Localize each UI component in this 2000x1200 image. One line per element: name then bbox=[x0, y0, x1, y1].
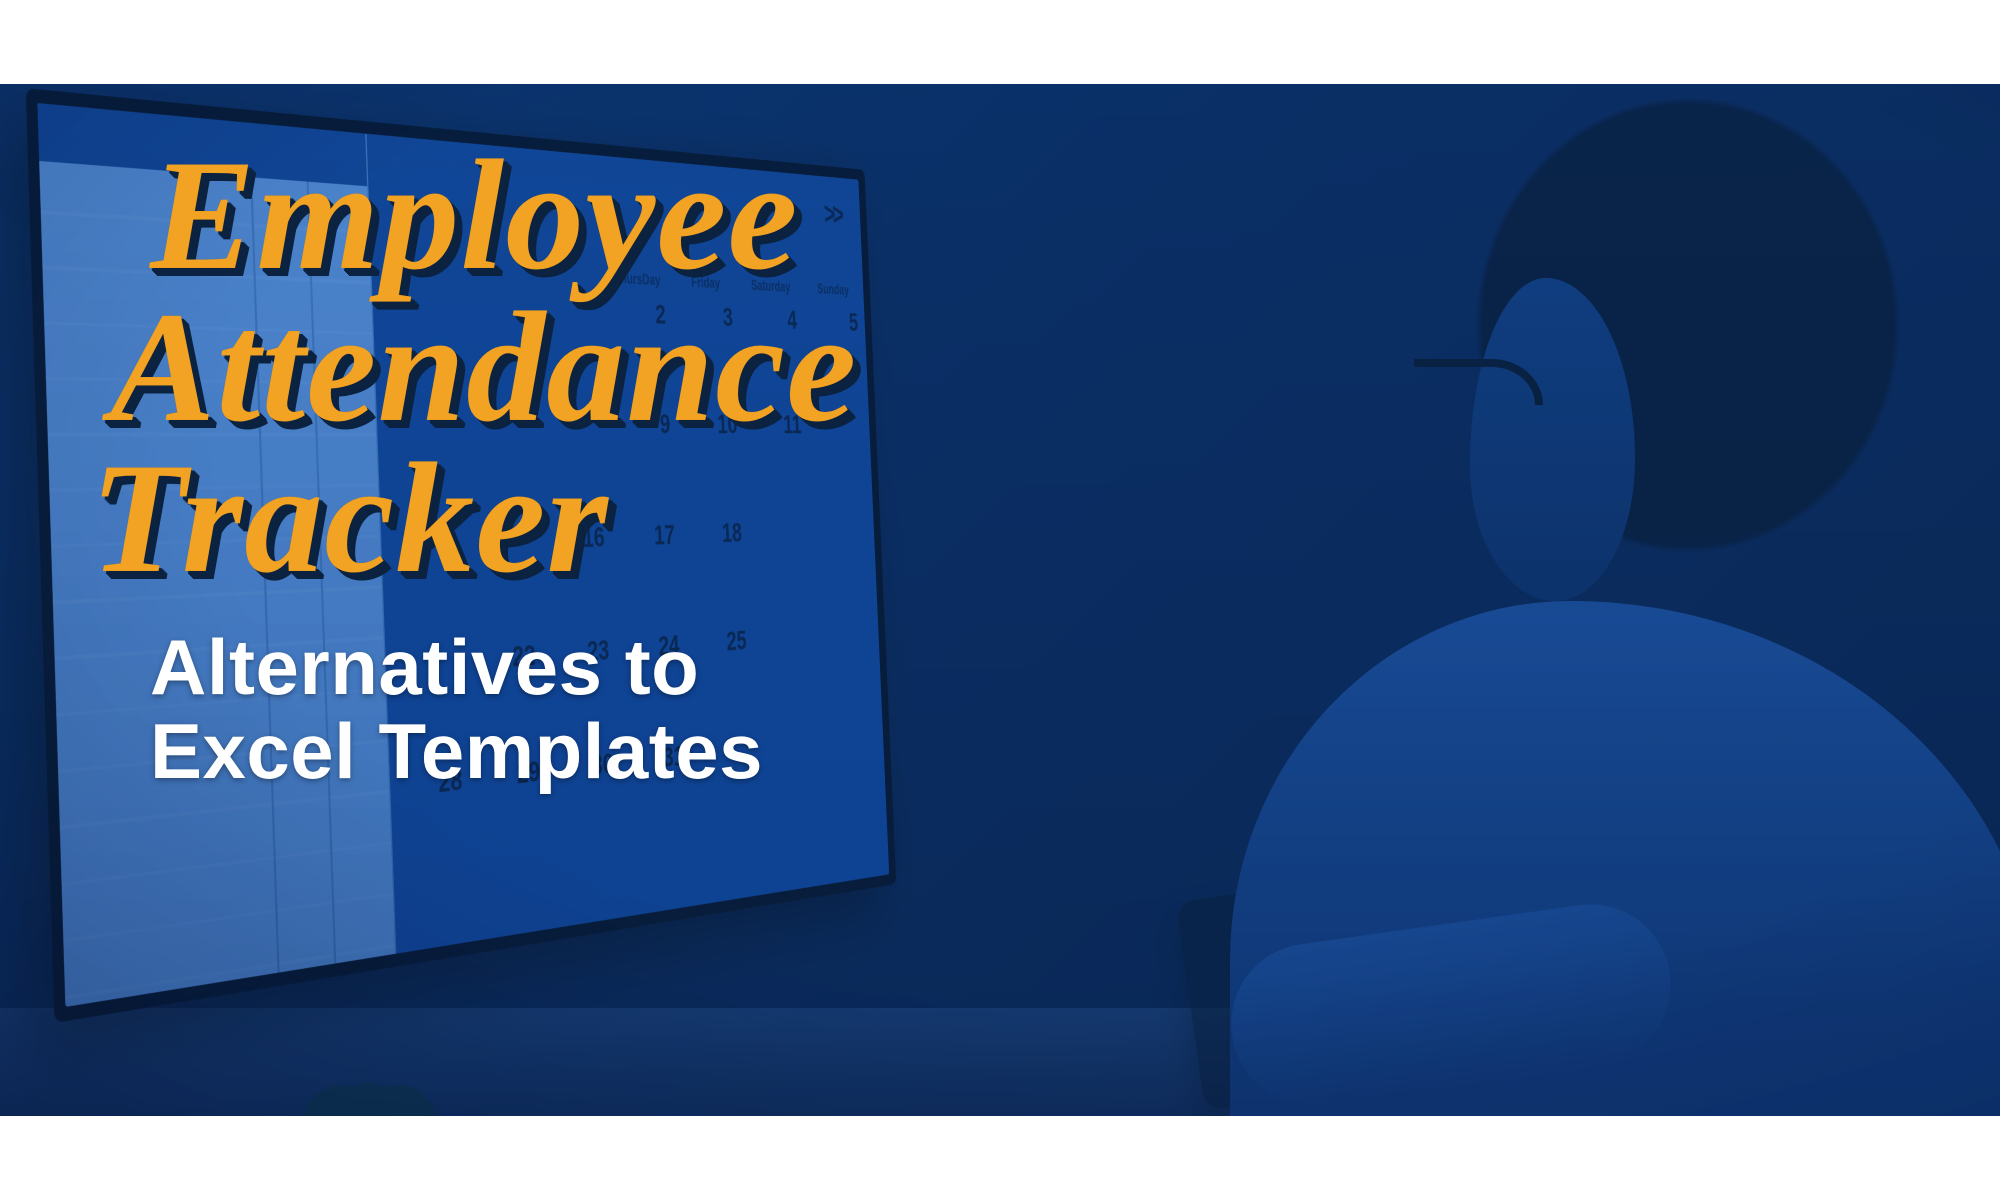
hero-subtitle-line1: Alternatives to bbox=[150, 623, 699, 711]
hero-subtitle: Alternatives to Excel Templates bbox=[150, 625, 857, 793]
hero-title: Employee Attendance Tracker bbox=[150, 140, 857, 595]
hero-title-line1: Employee bbox=[150, 128, 799, 303]
hero-subtitle-line2: Excel Templates bbox=[150, 707, 763, 795]
letterbox-bottom bbox=[0, 1116, 2000, 1200]
hero-title-line3: Tracker bbox=[90, 443, 609, 595]
hero-title-line2: Attendance bbox=[110, 292, 857, 444]
hero-title-block: Employee Attendance Tracker Alternatives… bbox=[150, 140, 857, 793]
letterbox-top bbox=[0, 0, 2000, 84]
